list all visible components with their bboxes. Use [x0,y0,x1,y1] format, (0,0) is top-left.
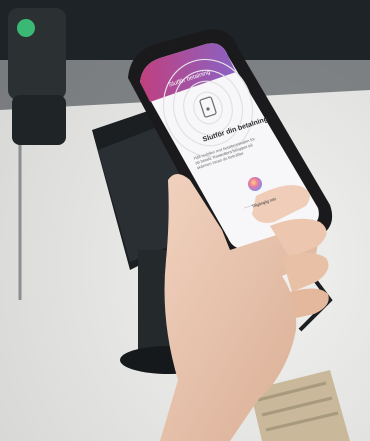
color-dot-icon [248,177,262,191]
photo-scene [0,0,370,441]
